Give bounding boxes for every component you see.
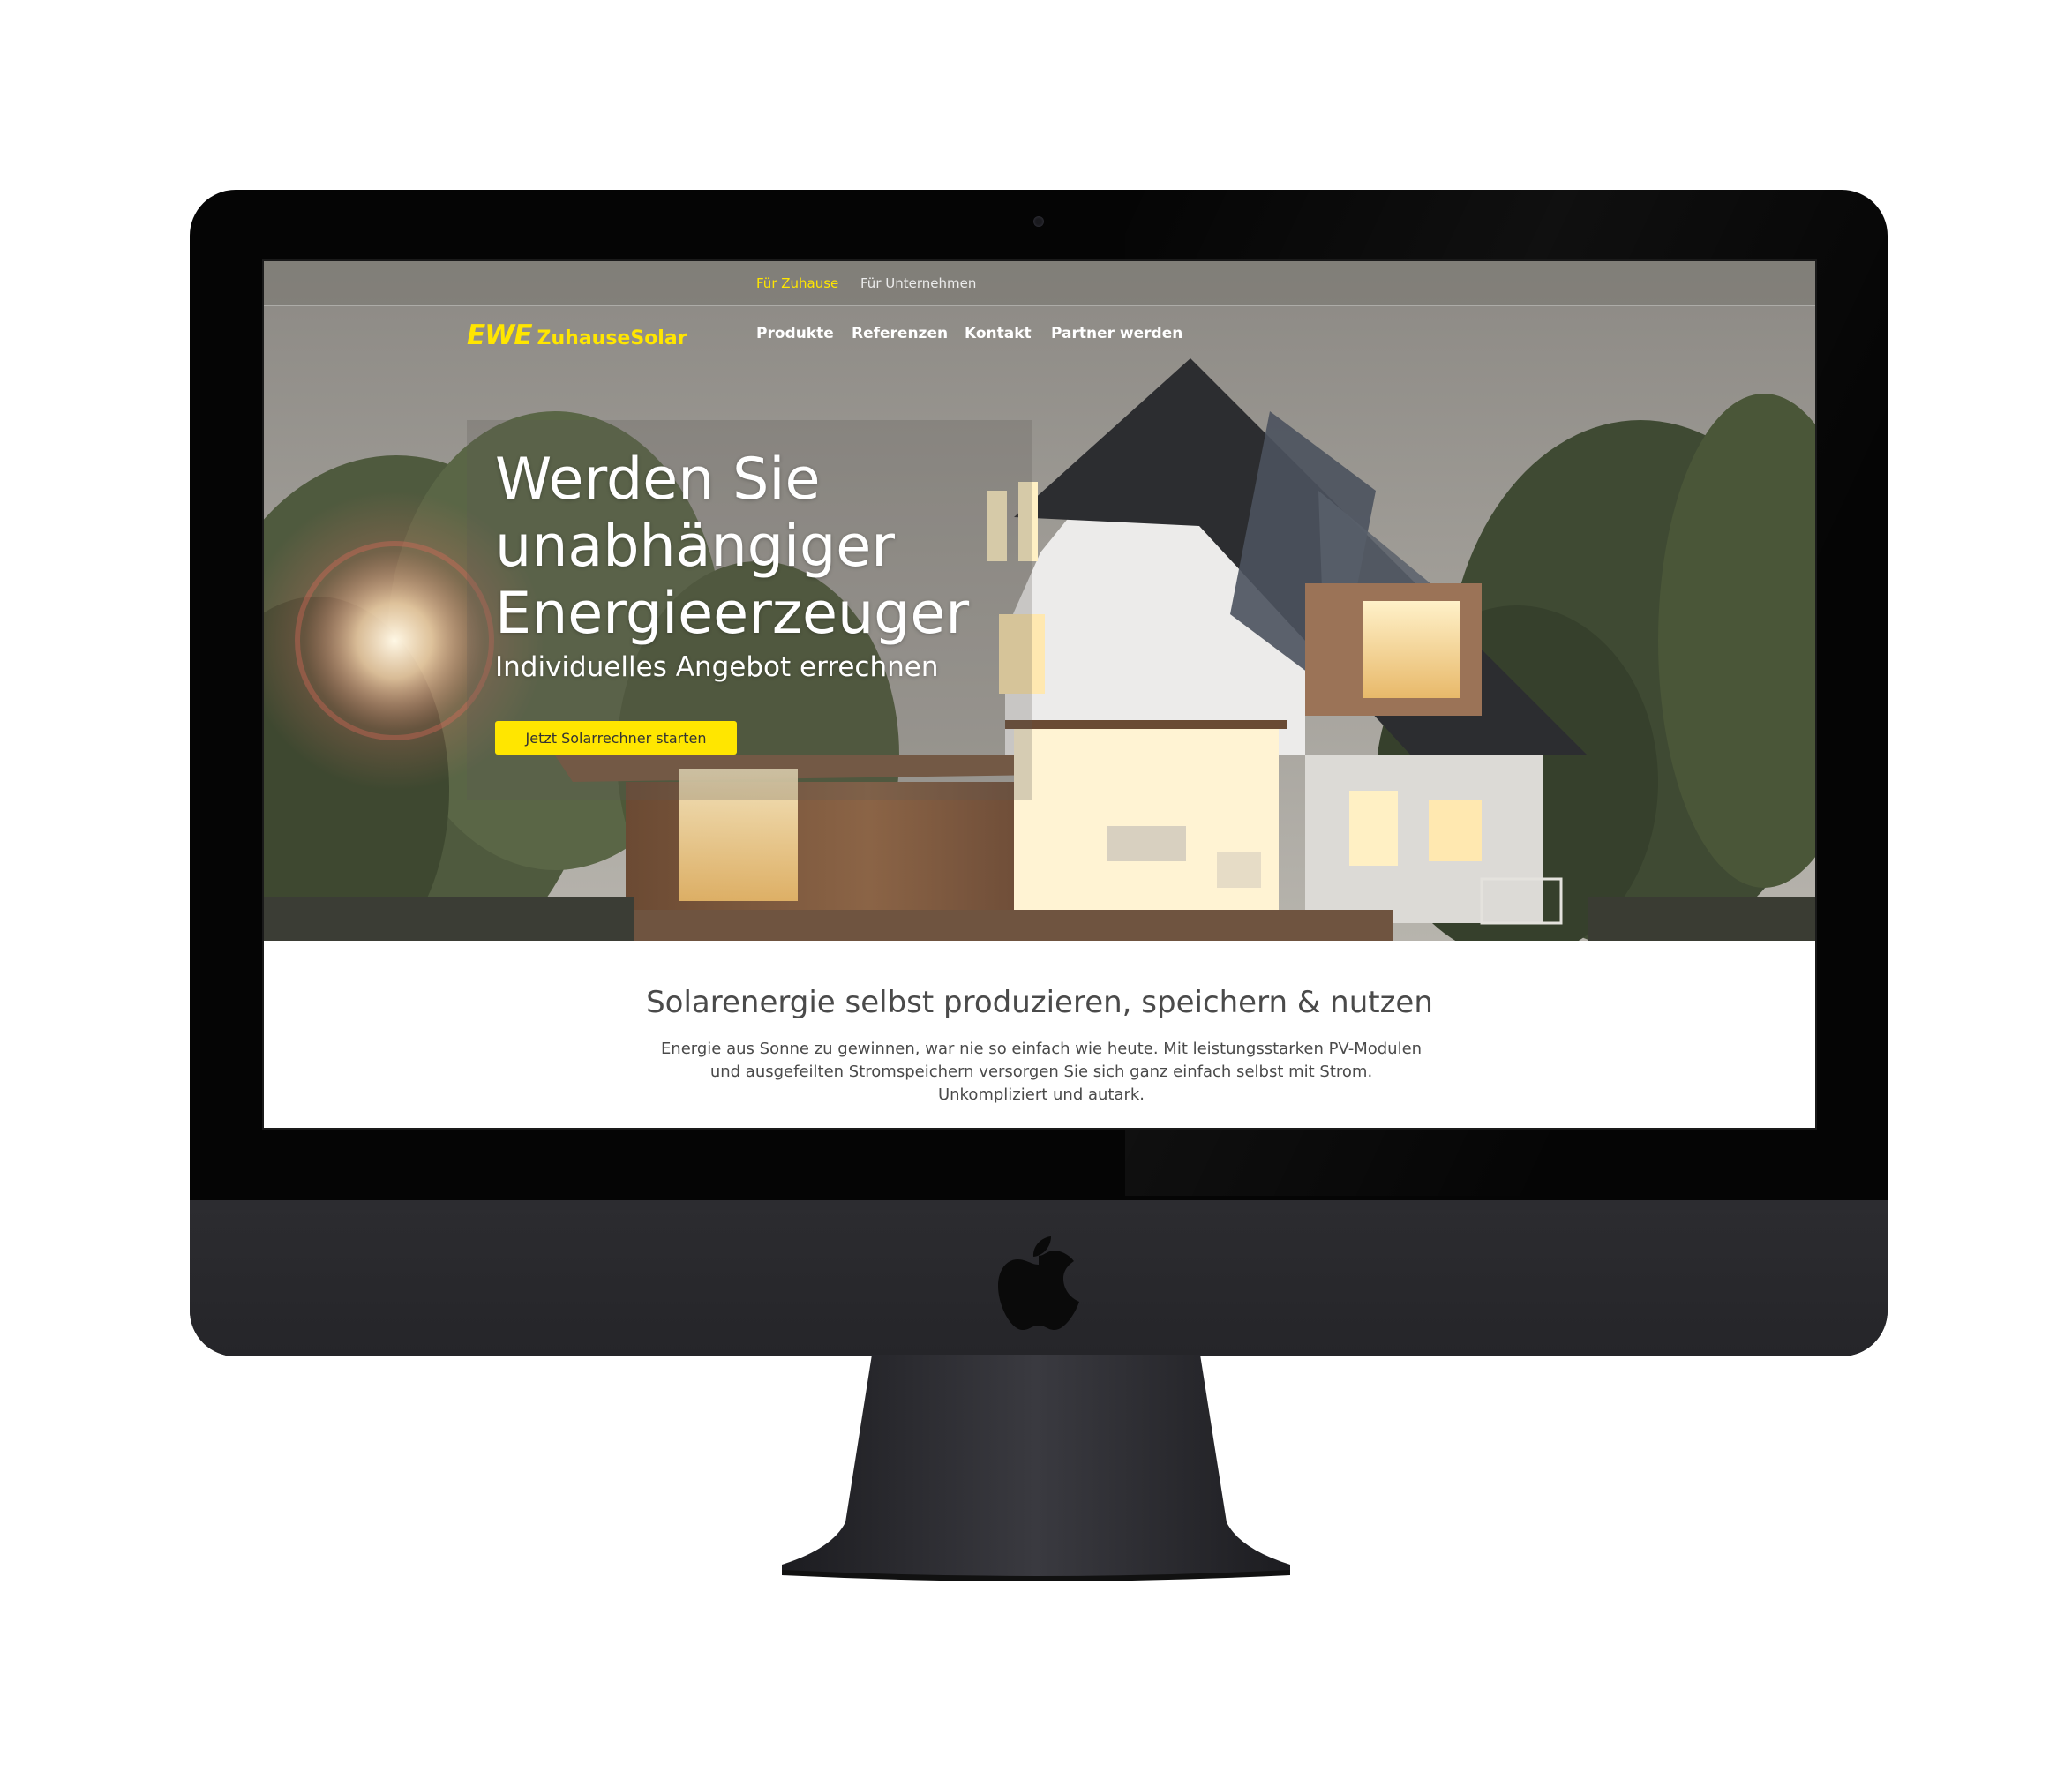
apple-logo-icon: [998, 1236, 1079, 1330]
hero-title-line-1: Werden Sie: [495, 447, 821, 513]
intro-body: Energie aus Sonne zu gewinnen, war nie s…: [660, 1040, 1423, 1104]
hero-title-line-3: Energieerzeuger: [495, 581, 970, 647]
audience-switcher: Für Zuhause Für Unternehmen: [264, 261, 1815, 306]
solarrechner-start-button[interactable]: Jetzt Solarrechner starten: [495, 721, 737, 755]
logo-zuhausesolar: ZuhauseSolar: [537, 327, 687, 349]
tab-fuer-unternehmen[interactable]: Für Unternehmen: [860, 275, 976, 291]
tab-fuer-zuhause[interactable]: Für Zuhause: [756, 275, 838, 291]
hero-title: Werden Sie unabhängiger Energieerzeuger: [495, 447, 969, 648]
nav-item-partner-werden[interactable]: Partner werden: [1051, 325, 1182, 342]
browser-viewport: Für Zuhause Für Unternehmen EWE ZuhauseSo…: [262, 259, 1817, 1130]
hero-section: Für Zuhause Für Unternehmen EWE ZuhauseSo…: [264, 261, 1815, 941]
webcam-icon: [1033, 216, 1044, 227]
nav-item-kontakt[interactable]: Kontakt: [965, 325, 1032, 342]
monitor-stand: [782, 1355, 1290, 1581]
hero-title-line-2: unabhängiger: [495, 514, 896, 580]
hero-text-block: Werden Sie unabhängiger Energieerzeuger …: [495, 447, 969, 685]
intro-heading: Solarenergie selbst produzieren, speiche…: [646, 985, 1433, 1020]
intro-section: Solarenergie selbst produzieren, speiche…: [264, 941, 1815, 1128]
nav-item-referenzen[interactable]: Referenzen: [852, 325, 948, 342]
site-logo[interactable]: EWE ZuhauseSolar: [467, 319, 687, 358]
logo-ewe: EWE: [467, 319, 533, 351]
nav-item-produkte[interactable]: Produkte: [756, 325, 834, 342]
hero-subtitle: Individuelles Angebot errechnen: [495, 651, 939, 683]
